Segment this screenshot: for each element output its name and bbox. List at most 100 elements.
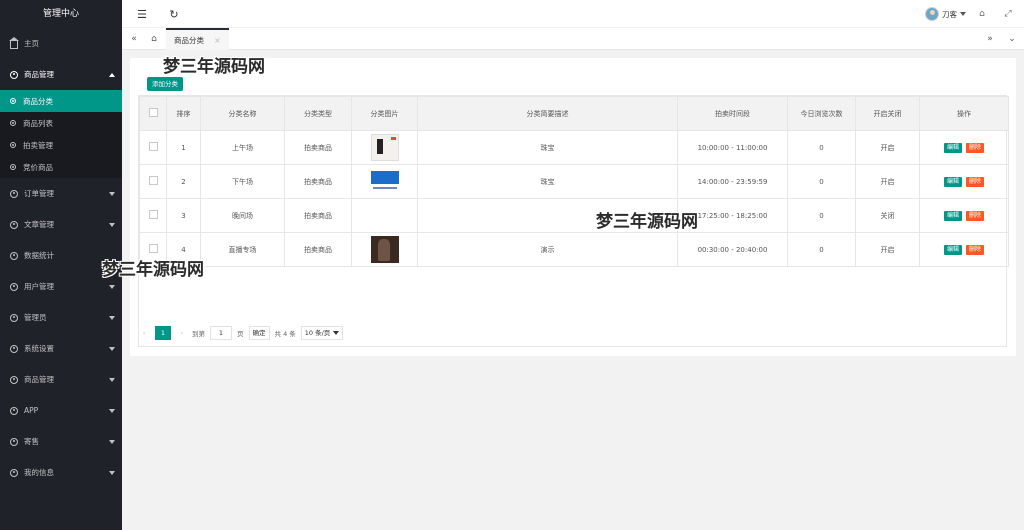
col-header-image[interactable]: 分类图片 bbox=[351, 96, 418, 131]
watermark: 梦三年源码网 bbox=[102, 260, 204, 280]
goto-label: 到第 bbox=[192, 330, 205, 338]
delete-button[interactable]: 删除 bbox=[966, 244, 985, 255]
sidebar-item-product-mgmt[interactable]: 商品管理 bbox=[0, 59, 122, 90]
per-page-select[interactable]: 10 条/页 bbox=[300, 326, 344, 340]
sidebar-item-admins[interactable]: 管理员 bbox=[0, 302, 122, 333]
chevron-down-icon bbox=[109, 470, 115, 475]
table-row: 3 晚间场 拍卖商品 17:25:00 - 18:25:00 0 关闭 编辑 删除 bbox=[139, 198, 1009, 233]
category-thumbnail[interactable] bbox=[370, 134, 399, 161]
delete-button[interactable]: 删除 bbox=[966, 142, 985, 153]
menu-toggle-icon[interactable]: ☰ bbox=[130, 0, 154, 28]
box-icon bbox=[10, 437, 18, 446]
sidebar-item-label: 系统设置 bbox=[24, 344, 54, 353]
box-icon bbox=[10, 251, 18, 260]
cell-type: 拍卖商品 bbox=[284, 232, 352, 267]
sidebar-subitem-category[interactable]: 商品分类 bbox=[0, 90, 122, 112]
col-header-type[interactable]: 分类类型 bbox=[284, 96, 352, 131]
chevron-down-icon bbox=[109, 346, 115, 351]
col-header-time[interactable]: 拍卖时间段 bbox=[677, 96, 788, 131]
select-all-checkbox[interactable] bbox=[148, 108, 158, 117]
col-header-actions: 操作 bbox=[919, 96, 1009, 131]
sidebar-subitem-label: 拍卖管理 bbox=[23, 140, 53, 150]
box-icon bbox=[10, 468, 18, 477]
chevron-down-icon bbox=[109, 377, 115, 382]
cell-status: 开启 bbox=[855, 232, 920, 267]
page-number-current[interactable]: 1 bbox=[155, 326, 171, 340]
cell-name: 上午场 bbox=[200, 130, 285, 165]
sidebar-item-label: 我的信息 bbox=[24, 468, 54, 477]
sidebar-item-orders[interactable]: 订单管理 bbox=[0, 178, 122, 209]
avatar bbox=[925, 7, 939, 21]
edit-button[interactable]: 编辑 bbox=[943, 210, 962, 221]
fullscreen-icon[interactable]: ⤢ bbox=[996, 0, 1020, 28]
row-checkbox[interactable] bbox=[148, 142, 158, 151]
sidebar-item-label: APP bbox=[24, 406, 39, 415]
tab-product-category[interactable]: 商品分类 × bbox=[166, 28, 229, 50]
home-tab-icon[interactable]: ⌂ bbox=[144, 28, 164, 50]
user-menu[interactable]: 刀客 bbox=[925, 0, 966, 28]
home-icon bbox=[9, 36, 19, 49]
cell-image bbox=[351, 198, 418, 233]
caret-down-icon bbox=[960, 12, 966, 16]
total-count: 共 4 条 bbox=[274, 330, 296, 338]
col-header-name[interactable]: 分类名称 bbox=[200, 96, 285, 131]
prev-page-icon[interactable]: ‹ bbox=[138, 329, 150, 337]
sidebar-subitem-label: 竞价商品 bbox=[23, 162, 53, 172]
caret-down-icon bbox=[333, 331, 340, 335]
chevron-down-icon bbox=[109, 284, 115, 289]
category-thumbnail[interactable] bbox=[370, 236, 399, 263]
sidebar-item-consign[interactable]: 寄售 bbox=[0, 426, 122, 457]
cell-actions: 编辑 删除 bbox=[919, 164, 1009, 199]
col-header-views[interactable]: 今日浏览次数 bbox=[787, 96, 856, 131]
delete-button[interactable]: 删除 bbox=[966, 176, 985, 187]
cell-actions: 编辑 删除 bbox=[919, 232, 1009, 267]
sidebar-subitem-bidding[interactable]: 竞价商品 bbox=[0, 156, 122, 178]
sidebar-subitem-auction[interactable]: 拍卖管理 bbox=[0, 134, 122, 156]
box-icon bbox=[10, 406, 18, 415]
next-page-icon[interactable]: › bbox=[176, 329, 188, 337]
sidebar-item-my-info[interactable]: 我的信息 bbox=[0, 457, 122, 488]
cell-views: 0 bbox=[787, 164, 856, 199]
sidebar-item-articles[interactable]: 文章管理 bbox=[0, 209, 122, 240]
row-checkbox[interactable] bbox=[148, 244, 158, 253]
confirm-page-button[interactable]: 确定 bbox=[248, 326, 270, 340]
circle-icon bbox=[10, 98, 16, 104]
logo-image bbox=[370, 171, 399, 184]
chevron-down-icon bbox=[109, 315, 115, 320]
close-icon[interactable]: × bbox=[214, 36, 221, 45]
cell-status: 关闭 bbox=[855, 198, 920, 233]
edit-button[interactable]: 编辑 bbox=[943, 142, 962, 153]
refresh-icon[interactable]: ↻ bbox=[162, 0, 186, 28]
select-all-cell[interactable] bbox=[139, 96, 167, 131]
tabs-prev-icon[interactable]: « bbox=[124, 28, 144, 50]
sidebar-item-label: 商品管理 bbox=[24, 70, 54, 79]
cell-name: 直播专场 bbox=[200, 232, 285, 267]
category-thumbnail[interactable] bbox=[370, 168, 399, 195]
col-header-desc[interactable]: 分类简要描述 bbox=[417, 96, 678, 131]
cell-type: 拍卖商品 bbox=[284, 130, 352, 165]
tabs-next-icon[interactable]: » bbox=[980, 28, 1000, 50]
col-header-status[interactable]: 开启关闭 bbox=[855, 96, 920, 131]
cell-status: 开启 bbox=[855, 164, 920, 199]
delete-button[interactable]: 删除 bbox=[966, 210, 985, 221]
edit-button[interactable]: 编辑 bbox=[943, 176, 962, 187]
sidebar-item-label: 寄售 bbox=[24, 437, 39, 446]
sidebar-item-settings[interactable]: 系统设置 bbox=[0, 333, 122, 364]
add-category-button[interactable]: 添加分类 bbox=[147, 77, 183, 91]
sidebar-item-app[interactable]: APP bbox=[0, 395, 122, 426]
row-checkbox[interactable] bbox=[148, 210, 158, 219]
tag-icon[interactable]: ⌂ bbox=[970, 0, 994, 28]
chevron-down-icon[interactable]: ⌄ bbox=[1002, 28, 1022, 50]
row-checkbox[interactable] bbox=[148, 176, 158, 185]
chevron-down-icon bbox=[109, 408, 115, 413]
app-title: 管理中心 bbox=[0, 0, 122, 28]
sidebar-subitem-product-list[interactable]: 商品列表 bbox=[0, 112, 122, 134]
goto-page-input[interactable]: 1 bbox=[210, 326, 232, 340]
sidebar-item-product-mgmt-2[interactable]: 商品管理 bbox=[0, 364, 122, 395]
sidebar-item-home[interactable]: 主页 bbox=[0, 28, 122, 59]
top-header: ☰ ↻ 刀客 ⌂ ⤢ bbox=[122, 0, 1024, 28]
sidebar-item-label: 管理员 bbox=[24, 313, 47, 322]
col-header-sort[interactable]: 排序 bbox=[166, 96, 201, 131]
box-icon bbox=[10, 344, 18, 353]
edit-button[interactable]: 编辑 bbox=[943, 244, 962, 255]
